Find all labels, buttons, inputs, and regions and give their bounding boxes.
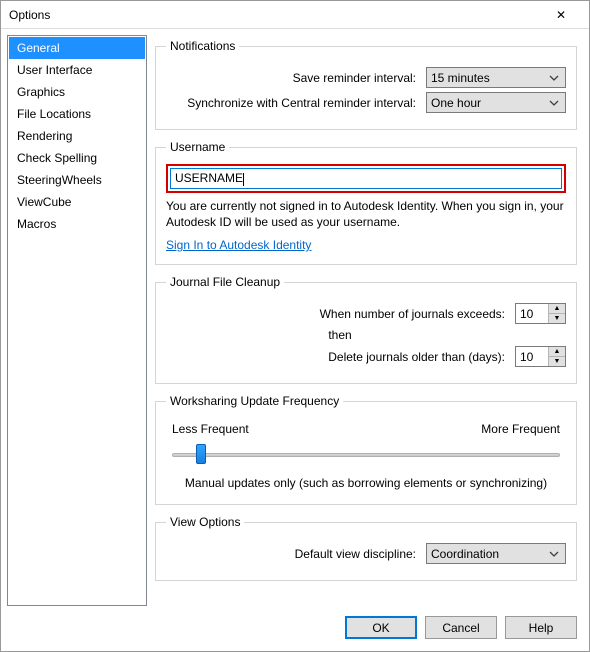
help-label: Help [529, 621, 554, 635]
discipline-select[interactable]: Coordination [426, 543, 566, 564]
discipline-label: Default view discipline: [166, 547, 420, 561]
sync-interval-label: Synchronize with Central reminder interv… [166, 96, 420, 110]
notifications-group: Notifications Save reminder interval: 15… [155, 39, 577, 130]
frequency-slider[interactable] [172, 444, 560, 466]
sidebar-item-check-spelling[interactable]: Check Spelling [9, 147, 145, 169]
spinner-up-icon[interactable]: ▲ [549, 304, 565, 314]
journal-exceeds-label: When number of journals exceeds: [166, 307, 509, 321]
sidebar-item-label: Rendering [17, 129, 72, 143]
options-dialog: Options ✕ General User Interface Graphic… [0, 0, 590, 652]
spinner-down-icon[interactable]: ▼ [549, 314, 565, 324]
username-note: You are currently not signed in to Autod… [166, 199, 566, 230]
worksharing-group: Worksharing Update Frequency Less Freque… [155, 394, 577, 505]
journal-cleanup-group: Journal File Cleanup When number of jour… [155, 275, 577, 384]
journal-exceeds-value: 10 [516, 304, 548, 323]
sidebar-item-file-locations[interactable]: File Locations [9, 103, 145, 125]
sidebar-item-rendering[interactable]: Rendering [9, 125, 145, 147]
spinner-down-icon[interactable]: ▼ [549, 357, 565, 367]
sidebar-item-label: Check Spelling [17, 151, 97, 165]
save-interval-select[interactable]: 15 minutes [426, 67, 566, 88]
titlebar: Options ✕ [1, 1, 589, 29]
sidebar-item-viewcube[interactable]: ViewCube [9, 191, 145, 213]
journal-older-label: Delete journals older than (days): [166, 350, 509, 364]
sidebar-item-graphics[interactable]: Graphics [9, 81, 145, 103]
slider-track-line [172, 453, 560, 457]
sidebar-item-label: ViewCube [17, 195, 71, 209]
journal-legend: Journal File Cleanup [166, 275, 284, 289]
save-interval-label: Save reminder interval: [166, 71, 420, 85]
username-input[interactable]: USERNAME [170, 168, 562, 189]
close-button[interactable]: ✕ [541, 3, 581, 27]
view-options-group: View Options Default view discipline: Co… [155, 515, 577, 581]
sidebar-item-label: File Locations [17, 107, 91, 121]
ok-button[interactable]: OK [345, 616, 417, 639]
ok-label: OK [372, 621, 389, 635]
slider-less-label: Less Frequent [172, 422, 249, 436]
cancel-button[interactable]: Cancel [425, 616, 497, 639]
sidebar-item-label: General [17, 41, 60, 55]
sidebar-item-label: User Interface [17, 63, 92, 77]
content-panel: Notifications Save reminder interval: 15… [153, 35, 583, 606]
sidebar-item-label: SteeringWheels [17, 173, 102, 187]
journal-exceeds-spinner[interactable]: 10 ▲ ▼ [515, 303, 566, 324]
worksharing-legend: Worksharing Update Frequency [166, 394, 343, 408]
journal-older-spinner[interactable]: 10 ▲ ▼ [515, 346, 566, 367]
username-value: USERNAME [175, 171, 244, 185]
dialog-button-bar: OK Cancel Help [1, 606, 589, 651]
journal-then-label: then [328, 328, 351, 342]
close-icon: ✕ [556, 8, 566, 22]
help-button[interactable]: Help [505, 616, 577, 639]
username-legend: Username [166, 140, 229, 154]
sync-interval-select[interactable]: One hour [426, 92, 566, 113]
username-highlight: USERNAME [166, 164, 566, 193]
journal-older-value: 10 [516, 347, 548, 366]
sidebar-item-user-interface[interactable]: User Interface [9, 59, 145, 81]
sign-in-link[interactable]: Sign In to Autodesk Identity [166, 238, 311, 252]
slider-more-label: More Frequent [481, 422, 560, 436]
sidebar-item-macros[interactable]: Macros [9, 213, 145, 235]
slider-thumb[interactable] [196, 444, 206, 464]
sidebar-item-label: Graphics [17, 85, 65, 99]
cancel-label: Cancel [442, 621, 479, 635]
category-sidebar: General User Interface Graphics File Loc… [7, 35, 147, 606]
sidebar-item-label: Macros [17, 217, 56, 231]
spinner-up-icon[interactable]: ▲ [549, 347, 565, 357]
worksharing-note: Manual updates only (such as borrowing e… [166, 476, 566, 490]
window-title: Options [9, 8, 541, 22]
username-group: Username USERNAME You are currently not … [155, 140, 577, 265]
notifications-legend: Notifications [166, 39, 239, 53]
sidebar-item-steeringwheels[interactable]: SteeringWheels [9, 169, 145, 191]
sidebar-item-general[interactable]: General [9, 37, 145, 59]
view-options-legend: View Options [166, 515, 244, 529]
